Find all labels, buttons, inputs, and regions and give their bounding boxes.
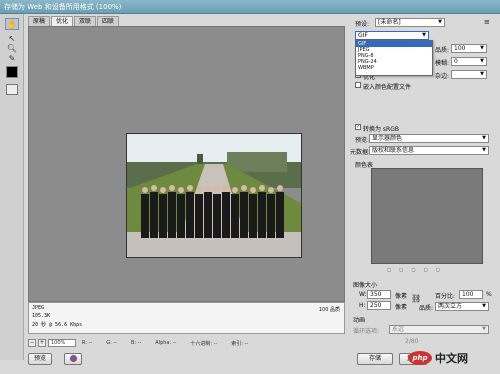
quality-value: 100 <box>454 45 466 52</box>
status-alpha: Alpha: -- <box>155 340 177 346</box>
window-title: 存储为 Web 和设备所用格式 (100%) <box>4 3 122 11</box>
chevron-down-icon: ▼ <box>438 19 442 25</box>
chevron-down-icon: ▼ <box>480 71 484 77</box>
link-icon[interactable]: ⛓ <box>411 294 421 303</box>
width-label: W: <box>359 291 367 298</box>
loop-options-select[interactable]: 永远 ▼ <box>389 325 489 334</box>
height-unit: 像素 <box>395 304 408 311</box>
eyedropper-color-swatch[interactable] <box>6 66 18 78</box>
chevron-down-icon: ▼ <box>482 326 486 332</box>
height-label: H: <box>359 302 366 309</box>
preview-canvas[interactable] <box>28 26 345 302</box>
chevron-down-icon: ▼ <box>482 303 486 309</box>
watermark-text: 中文网 <box>435 352 468 365</box>
blur-value: 0 <box>454 58 458 65</box>
status-bar: − + 100% R: -- G: -- B: -- Alpha: -- 十六进… <box>28 338 345 348</box>
preview-mode-select[interactable]: 显示器颜色 ▼ <box>369 134 489 143</box>
browser-preview-button[interactable] <box>64 353 82 365</box>
zoom-level-select[interactable]: 100% <box>48 339 76 347</box>
quality-label: 品质: <box>435 47 450 54</box>
percent-field[interactable]: 100 <box>459 290 483 299</box>
preset-value: [未命名] <box>378 19 401 26</box>
toggle-slices-icon[interactable] <box>6 84 18 95</box>
watermark: php 中文网 <box>408 348 496 368</box>
frame-counter: 2/80 <box>405 338 419 345</box>
resample-label: 品质: <box>419 305 434 312</box>
metadata-label: 元数据: <box>350 149 371 156</box>
blur-field[interactable]: 0 ▼ <box>451 57 487 66</box>
info-format: JPEG <box>32 305 45 311</box>
status-g: G: -- <box>106 340 117 346</box>
matte-label: 杂边: <box>435 73 450 80</box>
loop-options-value: 永远 <box>392 326 405 333</box>
eyedropper-icon[interactable]: ✎ <box>5 52 19 64</box>
zoom-in-icon[interactable]: + <box>38 339 46 347</box>
hand-icon[interactable]: ✋ <box>5 18 19 30</box>
title-bar: 存储为 Web 和设备所用格式 (100%) <box>0 0 500 14</box>
zoom-out-icon[interactable]: − <box>28 339 36 347</box>
chevron-down-icon: ▼ <box>480 45 484 51</box>
new-color-icon[interactable]: ◻ <box>423 267 427 273</box>
panel-menu-icon[interactable]: ≡ <box>484 18 490 26</box>
loop-options-label: 循环选项: <box>353 328 380 335</box>
embed-profile-checkbox[interactable] <box>355 82 361 88</box>
browser-icon <box>69 355 77 362</box>
preset-label: 预设: <box>355 21 370 28</box>
matte-select[interactable]: ▼ <box>451 70 487 79</box>
width-unit: 像素 <box>395 293 408 300</box>
format-value: GIF <box>358 32 368 39</box>
preview-mode-value: 显示器颜色 <box>372 135 403 142</box>
quality-field[interactable]: 100 ▼ <box>451 44 487 53</box>
tab-optimized[interactable]: 优化 <box>51 16 74 26</box>
status-r: R: -- <box>82 340 93 346</box>
chevron-down-icon: ▼ <box>482 147 486 153</box>
status-b: B: -- <box>130 340 142 346</box>
tab-original[interactable]: 原稿 <box>28 16 51 26</box>
blur-label: 模糊: <box>435 60 450 67</box>
height-field[interactable]: 250 <box>367 301 391 310</box>
info-time: 20 秒 @ 56.6 Kbps <box>32 322 83 328</box>
format-select[interactable]: GIF ▼ <box>355 31 429 40</box>
convert-srgb-checkbox[interactable]: ✓ <box>355 124 361 130</box>
convert-srgb-label: 转换为 sRGB <box>363 126 399 133</box>
metadata-value: 版权和联系信息 <box>372 147 415 154</box>
percent-unit: % <box>486 291 492 298</box>
resample-select[interactable]: 两次立方 ▼ <box>435 302 489 311</box>
lock-color-icon[interactable]: ◻ <box>411 267 415 273</box>
shift-web-icon[interactable]: ◻ <box>399 267 403 273</box>
preview-mode-label: 预览: <box>355 137 370 144</box>
chevron-down-icon: ▼ <box>422 32 426 38</box>
embed-profile-label: 嵌入颜色配置文件 <box>363 84 412 91</box>
tool-strip: ✋ ↖ 🔍︎ ✎ <box>0 14 24 360</box>
preview-button[interactable]: 预览 <box>28 353 52 365</box>
map-color-icon[interactable]: ◻ <box>387 267 391 273</box>
optimization-info: JPEG 105.3K 20 秒 @ 56.6 Kbps 100 品质 <box>28 302 345 334</box>
preview-image <box>126 133 302 258</box>
info-quality: 100 品质 <box>318 307 340 313</box>
width-field[interactable]: 350 <box>367 290 391 299</box>
status-index: 索引: -- <box>231 340 249 347</box>
trash-icon[interactable]: ◻ <box>436 267 440 273</box>
metadata-select[interactable]: 版权和联系信息 ▼ <box>369 146 489 155</box>
format-option-wbmp[interactable]: WBMP <box>356 65 432 71</box>
chevron-down-icon: ▼ <box>482 135 486 141</box>
color-table[interactable] <box>371 168 483 264</box>
php-logo: php <box>408 351 432 365</box>
tab-2up[interactable]: 双联 <box>74 16 97 26</box>
percent-label: 百分比: <box>435 293 456 300</box>
tab-4up[interactable]: 四联 <box>97 16 120 26</box>
preset-select[interactable]: [未命名] ▼ <box>375 18 445 27</box>
chevron-down-icon: ▼ <box>480 58 484 64</box>
resample-value: 两次立方 <box>438 303 463 310</box>
info-size: 105.3K <box>32 313 51 319</box>
status-hex: 十六进制: -- <box>190 340 218 347</box>
image-size-label: 图像大小 <box>353 282 378 289</box>
color-table-toolbar: ◻ ◻ ◻ ◻ ◻ <box>387 267 440 273</box>
view-tabs: 原稿 优化 双联 四联 <box>28 16 120 26</box>
format-dropdown: GIF JPEG PNG-8 PNG-24 WBMP <box>355 40 433 76</box>
animation-label: 动画 <box>353 317 366 324</box>
